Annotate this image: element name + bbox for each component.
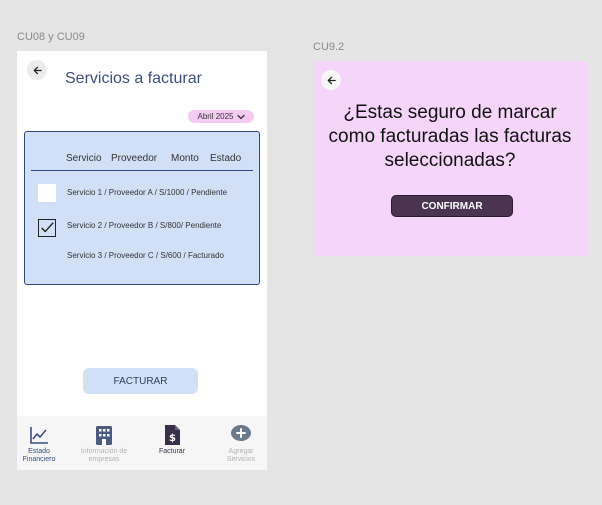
- row-checkbox-2[interactable]: [38, 219, 56, 237]
- column-header-proveedor: Proveedor: [111, 153, 158, 164]
- chevron-down-icon: [236, 114, 245, 119]
- column-header-servicio: Servicio: [66, 153, 102, 164]
- building-icon: [96, 426, 112, 445]
- nav-item-informacion-empresas[interactable]: Información de empresas: [76, 424, 132, 464]
- frame-label-cu08: CU08 y CU09: [17, 31, 85, 43]
- header-divider: [31, 170, 253, 171]
- table-row: Servicio 1 / Proveedor A / S/1000 / Pend…: [67, 188, 228, 197]
- confirm-message: ¿Estas seguro de marcar como facturadas …: [328, 102, 572, 171]
- column-header-estado: Estado: [210, 153, 242, 164]
- month-select[interactable]: Abril 2025: [188, 110, 254, 123]
- month-select-value: Abril 2025: [197, 112, 234, 121]
- nav-item-facturar[interactable]: $ Facturar: [144, 424, 200, 456]
- column-header-monto: Monto: [171, 153, 199, 164]
- facturar-button[interactable]: FACTURAR: [83, 368, 198, 394]
- nav-label-line1: Agregar: [228, 448, 254, 455]
- table-row: Servicio 3 / Proveedor C / S/600 / Factu…: [67, 251, 224, 260]
- frame-label-cu09-2: CU9.2: [313, 41, 345, 53]
- nav-label-line2: empresas: [88, 456, 120, 463]
- arrow-left-icon: [33, 66, 42, 74]
- arrow-left-icon: [327, 76, 336, 84]
- confirm-button[interactable]: CONFIRMAR: [391, 195, 513, 217]
- confirm-dialog: ¿Estas seguro de marcar como facturadas …: [313, 61, 587, 256]
- services-to-invoice-screen: Servicios a facturar Abril 2025 Servicio…: [17, 51, 267, 470]
- nav-label-line2: Financiero: [22, 456, 56, 463]
- invoice-table: Servicio Proveedor Monto Estado Servicio…: [24, 131, 260, 285]
- line-chart-icon: [30, 427, 48, 444]
- plus-circle-icon: [231, 425, 251, 441]
- nav-label-line1: Estado: [28, 448, 50, 455]
- back-button[interactable]: [321, 70, 341, 90]
- back-button[interactable]: [27, 60, 47, 80]
- row-checkbox-1[interactable]: [38, 184, 56, 202]
- table-row: Servicio 2 / Proveedor B / S/800/ Pendie…: [67, 221, 222, 230]
- nav-item-agregar-servicios[interactable]: Agregar Servicios: [213, 424, 269, 464]
- bottom-nav: Estado Financiero Información de empresa…: [17, 416, 267, 470]
- nav-label-line1: Información de: [80, 448, 128, 455]
- svg-text:$: $: [169, 433, 176, 444]
- nav-label-line1: Facturar: [158, 448, 186, 455]
- page-title: Servicios a facturar: [65, 70, 202, 87]
- check-icon: [41, 222, 54, 233]
- nav-item-estado-financiero[interactable]: Estado Financiero: [11, 424, 67, 464]
- nav-label-line2: Servicios: [226, 456, 256, 463]
- invoice-dollar-icon: $: [165, 425, 180, 445]
